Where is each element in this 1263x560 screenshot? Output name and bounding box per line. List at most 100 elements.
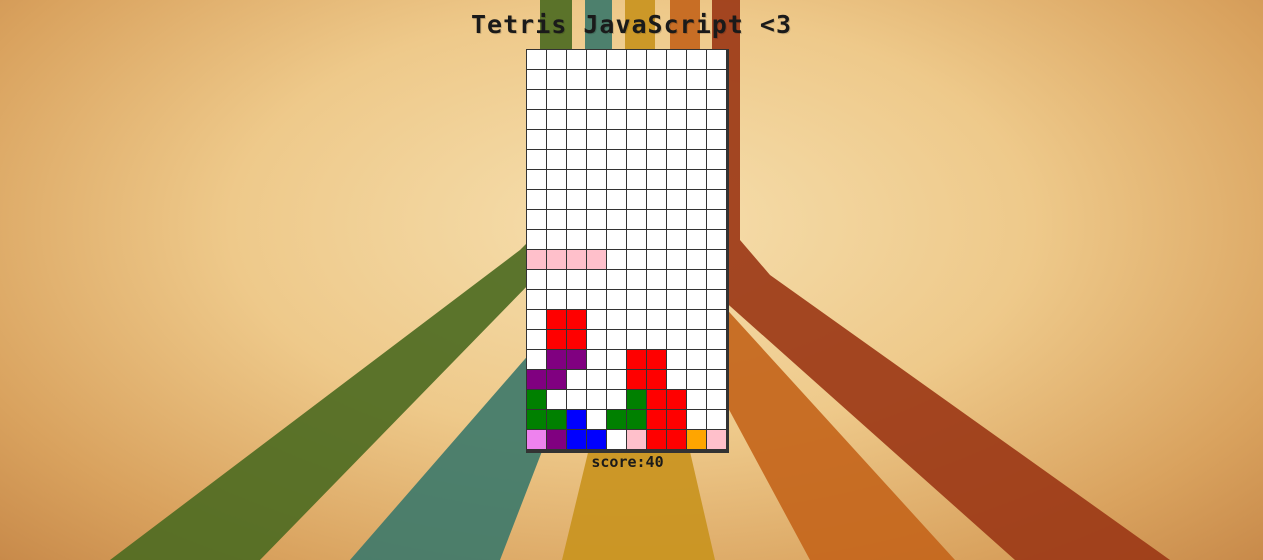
empty-cell (707, 290, 727, 310)
empty-cell (707, 130, 727, 150)
empty-cell (707, 210, 727, 230)
empty-cell (547, 170, 567, 190)
empty-cell (667, 310, 687, 330)
filled-block (547, 250, 567, 270)
empty-cell (547, 110, 567, 130)
filled-block (627, 370, 647, 390)
empty-cell (687, 290, 707, 310)
empty-cell (527, 210, 547, 230)
empty-cell (607, 310, 627, 330)
empty-cell (607, 110, 627, 130)
empty-cell (607, 230, 627, 250)
empty-cell (547, 290, 567, 310)
game-title: Tetris JavaScript <3 (470, 10, 793, 39)
empty-cell (607, 170, 627, 190)
filled-block (547, 430, 567, 450)
tetris-board[interactable] (526, 49, 729, 453)
empty-cell (687, 230, 707, 250)
filled-block (567, 350, 587, 370)
filled-block (527, 410, 547, 430)
empty-cell (687, 70, 707, 90)
score-label: score:40 (591, 453, 664, 471)
empty-cell (567, 110, 587, 130)
empty-cell (567, 290, 587, 310)
empty-cell (527, 350, 547, 370)
empty-cell (667, 50, 687, 70)
empty-cell (667, 290, 687, 310)
empty-cell (707, 370, 727, 390)
empty-cell (567, 70, 587, 90)
filled-block (627, 410, 647, 430)
empty-cell (547, 130, 567, 150)
empty-cell (527, 130, 547, 150)
filled-block (547, 350, 567, 370)
empty-cell (587, 310, 607, 330)
filled-block (547, 410, 567, 430)
empty-cell (707, 250, 727, 270)
empty-cell (607, 390, 627, 410)
empty-cell (687, 330, 707, 350)
empty-cell (527, 90, 547, 110)
empty-cell (647, 310, 667, 330)
empty-cell (667, 150, 687, 170)
filled-block (527, 370, 547, 390)
filled-block (547, 370, 567, 390)
filled-block (527, 390, 547, 410)
empty-cell (667, 230, 687, 250)
empty-cell (527, 50, 547, 70)
filled-block (667, 430, 687, 450)
empty-cell (687, 350, 707, 370)
empty-cell (647, 270, 667, 290)
filled-block (707, 430, 727, 450)
filled-block (607, 410, 627, 430)
empty-cell (627, 190, 647, 210)
empty-cell (607, 210, 627, 230)
empty-cell (567, 230, 587, 250)
empty-cell (527, 150, 547, 170)
empty-cell (647, 150, 667, 170)
empty-cell (587, 50, 607, 70)
empty-cell (627, 150, 647, 170)
empty-cell (687, 190, 707, 210)
empty-cell (647, 50, 667, 70)
filled-block (527, 250, 547, 270)
empty-cell (647, 170, 667, 190)
empty-cell (647, 330, 667, 350)
empty-cell (607, 270, 627, 290)
empty-cell (647, 110, 667, 130)
empty-cell (527, 170, 547, 190)
empty-cell (587, 330, 607, 350)
empty-cell (667, 270, 687, 290)
empty-cell (687, 370, 707, 390)
empty-cell (687, 50, 707, 70)
empty-cell (547, 50, 567, 70)
empty-cell (567, 370, 587, 390)
empty-cell (667, 330, 687, 350)
empty-cell (607, 150, 627, 170)
empty-cell (707, 310, 727, 330)
empty-cell (607, 350, 627, 370)
empty-cell (687, 310, 707, 330)
empty-cell (647, 210, 667, 230)
empty-cell (587, 370, 607, 390)
filled-block (567, 330, 587, 350)
filled-block (567, 310, 587, 330)
empty-cell (567, 90, 587, 110)
empty-cell (687, 130, 707, 150)
empty-cell (627, 230, 647, 250)
filled-block (567, 410, 587, 430)
empty-cell (627, 270, 647, 290)
empty-cell (687, 390, 707, 410)
filled-block (527, 430, 547, 450)
empty-cell (667, 90, 687, 110)
empty-cell (607, 50, 627, 70)
empty-cell (707, 50, 727, 70)
filled-block (627, 390, 647, 410)
empty-cell (687, 410, 707, 430)
filled-block (567, 250, 587, 270)
empty-cell (607, 70, 627, 90)
empty-cell (567, 170, 587, 190)
empty-cell (647, 250, 667, 270)
empty-cell (527, 190, 547, 210)
filled-block (667, 410, 687, 430)
